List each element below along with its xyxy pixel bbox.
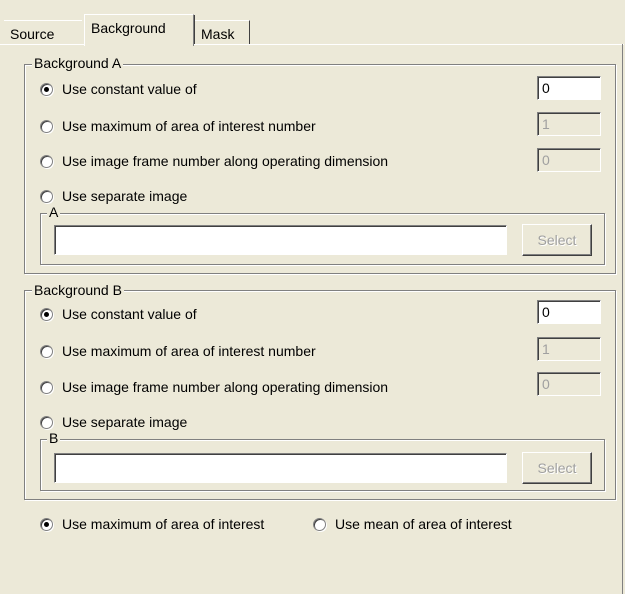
background-a-separate-label: Use separate image — [62, 188, 188, 204]
background-a-aoi-number-input: 1 — [537, 112, 601, 136]
background-b-frame-input: 0 — [537, 372, 601, 396]
background-a-image-title: A — [47, 204, 61, 220]
background-a-frame-option[interactable]: Use image frame number along operating d… — [40, 150, 388, 172]
background-b-constant-input[interactable]: 0 — [537, 300, 601, 324]
aoi-max-radio[interactable] — [40, 517, 53, 531]
background-a-separate-radio[interactable] — [40, 189, 53, 203]
background-b-separate-radio[interactable] — [40, 415, 53, 429]
aoi-max-option[interactable]: Use maximum of area of interest — [40, 513, 264, 535]
aoi-mean-label: Use mean of area of interest — [335, 516, 512, 532]
background-a-image-path-input[interactable] — [54, 225, 507, 255]
background-a-constant-input[interactable]: 0 — [537, 76, 601, 100]
background-a-separate-option[interactable]: Use separate image — [40, 185, 187, 207]
background-a-frame-radio[interactable] — [40, 154, 53, 168]
background-b-select-button[interactable]: Select — [522, 452, 592, 484]
tab-source-label: Source — [10, 26, 55, 42]
background-a-constant-option[interactable]: Use constant value of — [40, 78, 197, 100]
background-b-image-path-input[interactable] — [54, 453, 507, 483]
background-a-frame-label: Use image frame number along operating d… — [62, 153, 389, 169]
aoi-max-label: Use maximum of area of interest — [62, 516, 265, 532]
background-b-separate-label: Use separate image — [62, 414, 188, 430]
background-b-constant-radio[interactable] — [40, 307, 53, 321]
background-a-title: Background A — [32, 55, 124, 71]
background-b-constant-option[interactable]: Use constant value of — [40, 303, 197, 325]
tab-mask-label: Mask — [201, 26, 235, 42]
background-b-separate-option[interactable]: Use separate image — [40, 411, 187, 433]
tab-panel-right-border — [622, 44, 623, 594]
background-a-aoi-max-label: Use maximum of area of interest number — [62, 118, 316, 134]
background-b-aoi-max-label: Use maximum of area of interest number — [62, 343, 316, 359]
background-b-aoi-number-input: 1 — [537, 337, 601, 361]
background-a-aoi-max-option[interactable]: Use maximum of area of interest number — [40, 115, 316, 137]
aoi-mean-radio[interactable] — [313, 517, 326, 531]
background-a-aoi-max-radio[interactable] — [40, 119, 53, 133]
background-b-frame-option[interactable]: Use image frame number along operating d… — [40, 376, 388, 398]
tab-bar: Source Background Mask — [0, 0, 625, 46]
background-a-constant-radio[interactable] — [40, 82, 53, 96]
background-a-frame-input: 0 — [537, 148, 601, 172]
background-b-image-title: B — [47, 430, 61, 446]
tab-mask[interactable]: Mask — [195, 20, 250, 44]
tab-background-label: Background — [91, 20, 166, 36]
tab-source[interactable]: Source — [4, 20, 82, 44]
tab-background[interactable]: Background — [84, 14, 195, 46]
background-b-aoi-max-option[interactable]: Use maximum of area of interest number — [40, 340, 316, 362]
background-a-select-button[interactable]: Select — [522, 224, 592, 256]
background-b-aoi-max-radio[interactable] — [40, 344, 53, 358]
background-b-title: Background B — [32, 282, 124, 298]
background-a-constant-label: Use constant value of — [62, 81, 197, 97]
background-b-constant-label: Use constant value of — [62, 306, 197, 322]
background-b-frame-label: Use image frame number along operating d… — [62, 379, 389, 395]
aoi-mean-option[interactable]: Use mean of area of interest — [313, 513, 512, 535]
background-b-frame-radio[interactable] — [40, 380, 53, 394]
